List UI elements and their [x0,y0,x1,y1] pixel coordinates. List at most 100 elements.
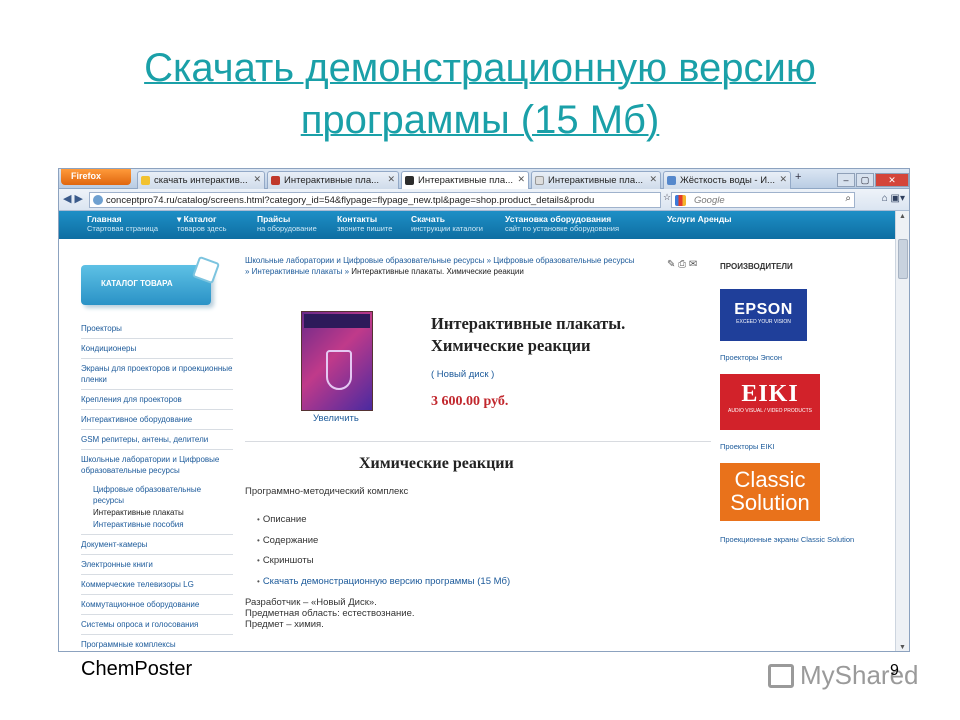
product-title: Интерактивные плакаты. Химические реакци… [431,313,731,357]
sidebar-item[interactable]: GSM репитеры, антены, делители [81,430,233,450]
eiki-logo[interactable]: EIKI AUDIO VISUAL / VIDEO PRODUCTS [720,374,820,430]
minimize-icon[interactable]: – [837,173,855,187]
scroll-up-icon[interactable]: ▲ [899,213,906,220]
close-icon[interactable]: ✕ [649,174,657,185]
sidebar-item[interactable]: Системы опроса и голосования [81,615,233,635]
eiki-wordmark: EIKI [741,381,799,407]
sidebar-item[interactable]: Кондиционеры [81,339,233,359]
back-forward-icon[interactable]: ◀ ▶ [63,192,83,205]
tab-favicon-icon [405,176,414,185]
tab-3-active[interactable]: Интерактивные пла... ✕ [401,171,529,189]
tab-5[interactable]: Жёсткость воды - И... ✕ [663,171,791,189]
sidebar-item[interactable]: Программные комплексы [81,635,233,651]
product-link-description[interactable]: • Описание [257,510,510,531]
maximize-icon[interactable]: ▢ [856,173,874,187]
address-bar[interactable]: conceptpro74.ru/catalog/screens.html?cat… [89,192,661,208]
search-icon[interactable]: ⌕ [845,193,851,204]
sidebar-item[interactable]: Школьные лаборатории и Цифровые образова… [81,450,233,480]
sidebar-item[interactable]: Коммерческие телевизоры LG [81,575,233,595]
nav-title: Прайсы [257,214,291,224]
search-input[interactable]: Google ⌕ [671,192,855,208]
cs-wordmark: Solution [730,490,810,515]
tab-2[interactable]: Интерактивные пла... ✕ [267,171,399,189]
nav-item-home[interactable]: Главная Стартовая страница [87,214,158,234]
nav-item-rental[interactable]: Услуги Аренды [667,214,731,224]
tab-favicon-icon [667,176,676,185]
close-icon[interactable]: ✕ [779,174,787,185]
product-links: • Описание • Содержание • Скриншоты • Скачат… [257,510,510,592]
sidebar-subitem[interactable]: Интерактивные пособия [81,519,233,535]
scrollbar-thumb[interactable] [898,239,908,279]
sidebar-item[interactable]: Документ-камеры [81,535,233,555]
breadcrumb-separator: » [245,267,252,276]
sidebar-item[interactable]: Интерактивное оборудование [81,410,233,430]
epson-caption-link[interactable]: Проекторы Эпсон [720,353,782,362]
tab-1[interactable]: скачать интерактив... ✕ [137,171,265,189]
sidebar-item[interactable]: Экраны для проекторов и проекционные пле… [81,359,233,390]
download-demo-link-line2[interactable]: программы (15 Мб) [301,98,660,142]
sidebar-subitem[interactable]: Цифровые образовательные ресурсы [81,480,233,507]
nav-title: Контакты [337,214,378,224]
sidebar-item[interactable]: Проекторы [81,319,233,339]
enlarge-link[interactable]: Увеличить [313,413,359,424]
breadcrumb-link[interactable]: Школьные лаборатории и Цифровые образова… [245,256,484,265]
product-cover-image[interactable] [301,311,373,411]
product-details: Разработчик – «Новый Диск». Предметная о… [245,597,415,630]
tab-label: Жёсткость воды - И... [680,175,775,186]
sidebar-subitem-active[interactable]: Интерактивные плакаты [81,507,233,519]
classic-solution-caption-link[interactable]: Проекционные экраны Classic Solution [720,535,854,544]
tab-bar: Firefox скачать интерактив... ✕ Интеракт… [59,169,909,189]
publisher-link[interactable]: ( Новый диск ) [431,369,494,380]
nav-item-download[interactable]: Скачать инструкции каталоги [411,214,483,234]
scroll-down-icon[interactable]: ▼ [899,644,906,651]
sidebar-item[interactable]: Коммутационное оборудование [81,595,233,615]
eiki-caption-link[interactable]: Проекторы EIKI [720,442,775,451]
tab-4[interactable]: Интерактивные пла... ✕ [531,171,661,189]
product-title-line: Химические реакции [431,336,591,355]
vendors-heading: ПРОИЗВОДИТЕЛИ [720,262,793,271]
close-icon[interactable]: ✕ [517,174,525,185]
vertical-scrollbar[interactable]: ▲ ▼ [895,211,909,651]
breadcrumb-link[interactable]: Цифровые образовательные ресурсы [493,256,634,265]
tab-label: Интерактивные пла... [418,175,514,186]
epson-logo[interactable]: EPSON EXCEED YOUR VISION [720,289,807,341]
breadcrumb-separator: » [484,256,494,265]
close-icon[interactable]: ✕ [253,174,261,185]
product-link-download-demo[interactable]: • Скачать демонстрационную версию програм… [257,572,510,593]
kit-description: Программно-методический комплекс [245,486,409,497]
nav-item-installation[interactable]: Установка оборудования сайт по установке … [505,214,619,234]
sidebar-item[interactable]: Крепления для проекторов [81,390,233,410]
nav-title: Скачать [411,214,445,224]
url-text: conceptpro74.ru/catalog/screens.html?cat… [106,195,595,206]
sidebar-category-list: Проекторы Кондиционеры Экраны для проект… [81,319,233,651]
subject-area-text: Предметная область: естествознание. [245,608,415,619]
catalog-banner[interactable]: КАТАЛОГ ТОВАРА [81,265,211,305]
product-link-screenshots[interactable]: • Скриншоты [257,551,510,572]
firefox-menu-button[interactable]: Firefox [61,169,131,185]
close-icon[interactable]: ✕ [387,174,395,185]
bullet-icon: • [257,515,260,524]
page-tools-icons[interactable]: ✎ ⎙ ✉ [667,259,697,270]
close-window-icon[interactable]: ✕ [875,173,909,187]
new-tab-button[interactable]: + [795,171,801,183]
nav-item-prices[interactable]: Прайсы на оборудование [257,214,317,234]
nav-subtitle: товаров здесь [177,224,227,233]
link-label: Содержание [262,534,319,546]
google-icon [675,195,686,206]
eiki-tagline: AUDIO VISUAL / VIDEO PRODUCTS [728,408,812,414]
developer-text: Разработчик – «Новый Диск». [245,597,377,608]
nav-item-catalog[interactable]: ▾ Каталог товаров здесь [177,214,226,234]
nav-item-contacts[interactable]: Контакты звоните пишите [337,214,392,234]
link-label: Скриншоты [262,555,314,566]
download-demo-link-line1[interactable]: Скачать демонстрационную версию [144,46,816,90]
tab-favicon-icon [535,176,544,185]
product-link-contents[interactable]: • Содержание [257,531,510,552]
breadcrumb-link[interactable]: Интерактивные плакаты [252,267,343,276]
divider [245,441,711,442]
sidebar-item[interactable]: Электронные книги [81,555,233,575]
slide-number: 9 [890,662,899,679]
classic-solution-logo[interactable]: Classic Solution [720,463,820,521]
slide-title[interactable]: Скачать демонстрационную версию программ… [0,42,960,146]
watermark-text: MyShared [800,660,919,690]
toolbar-icons[interactable]: ⌂ ▣▾ [882,193,905,204]
